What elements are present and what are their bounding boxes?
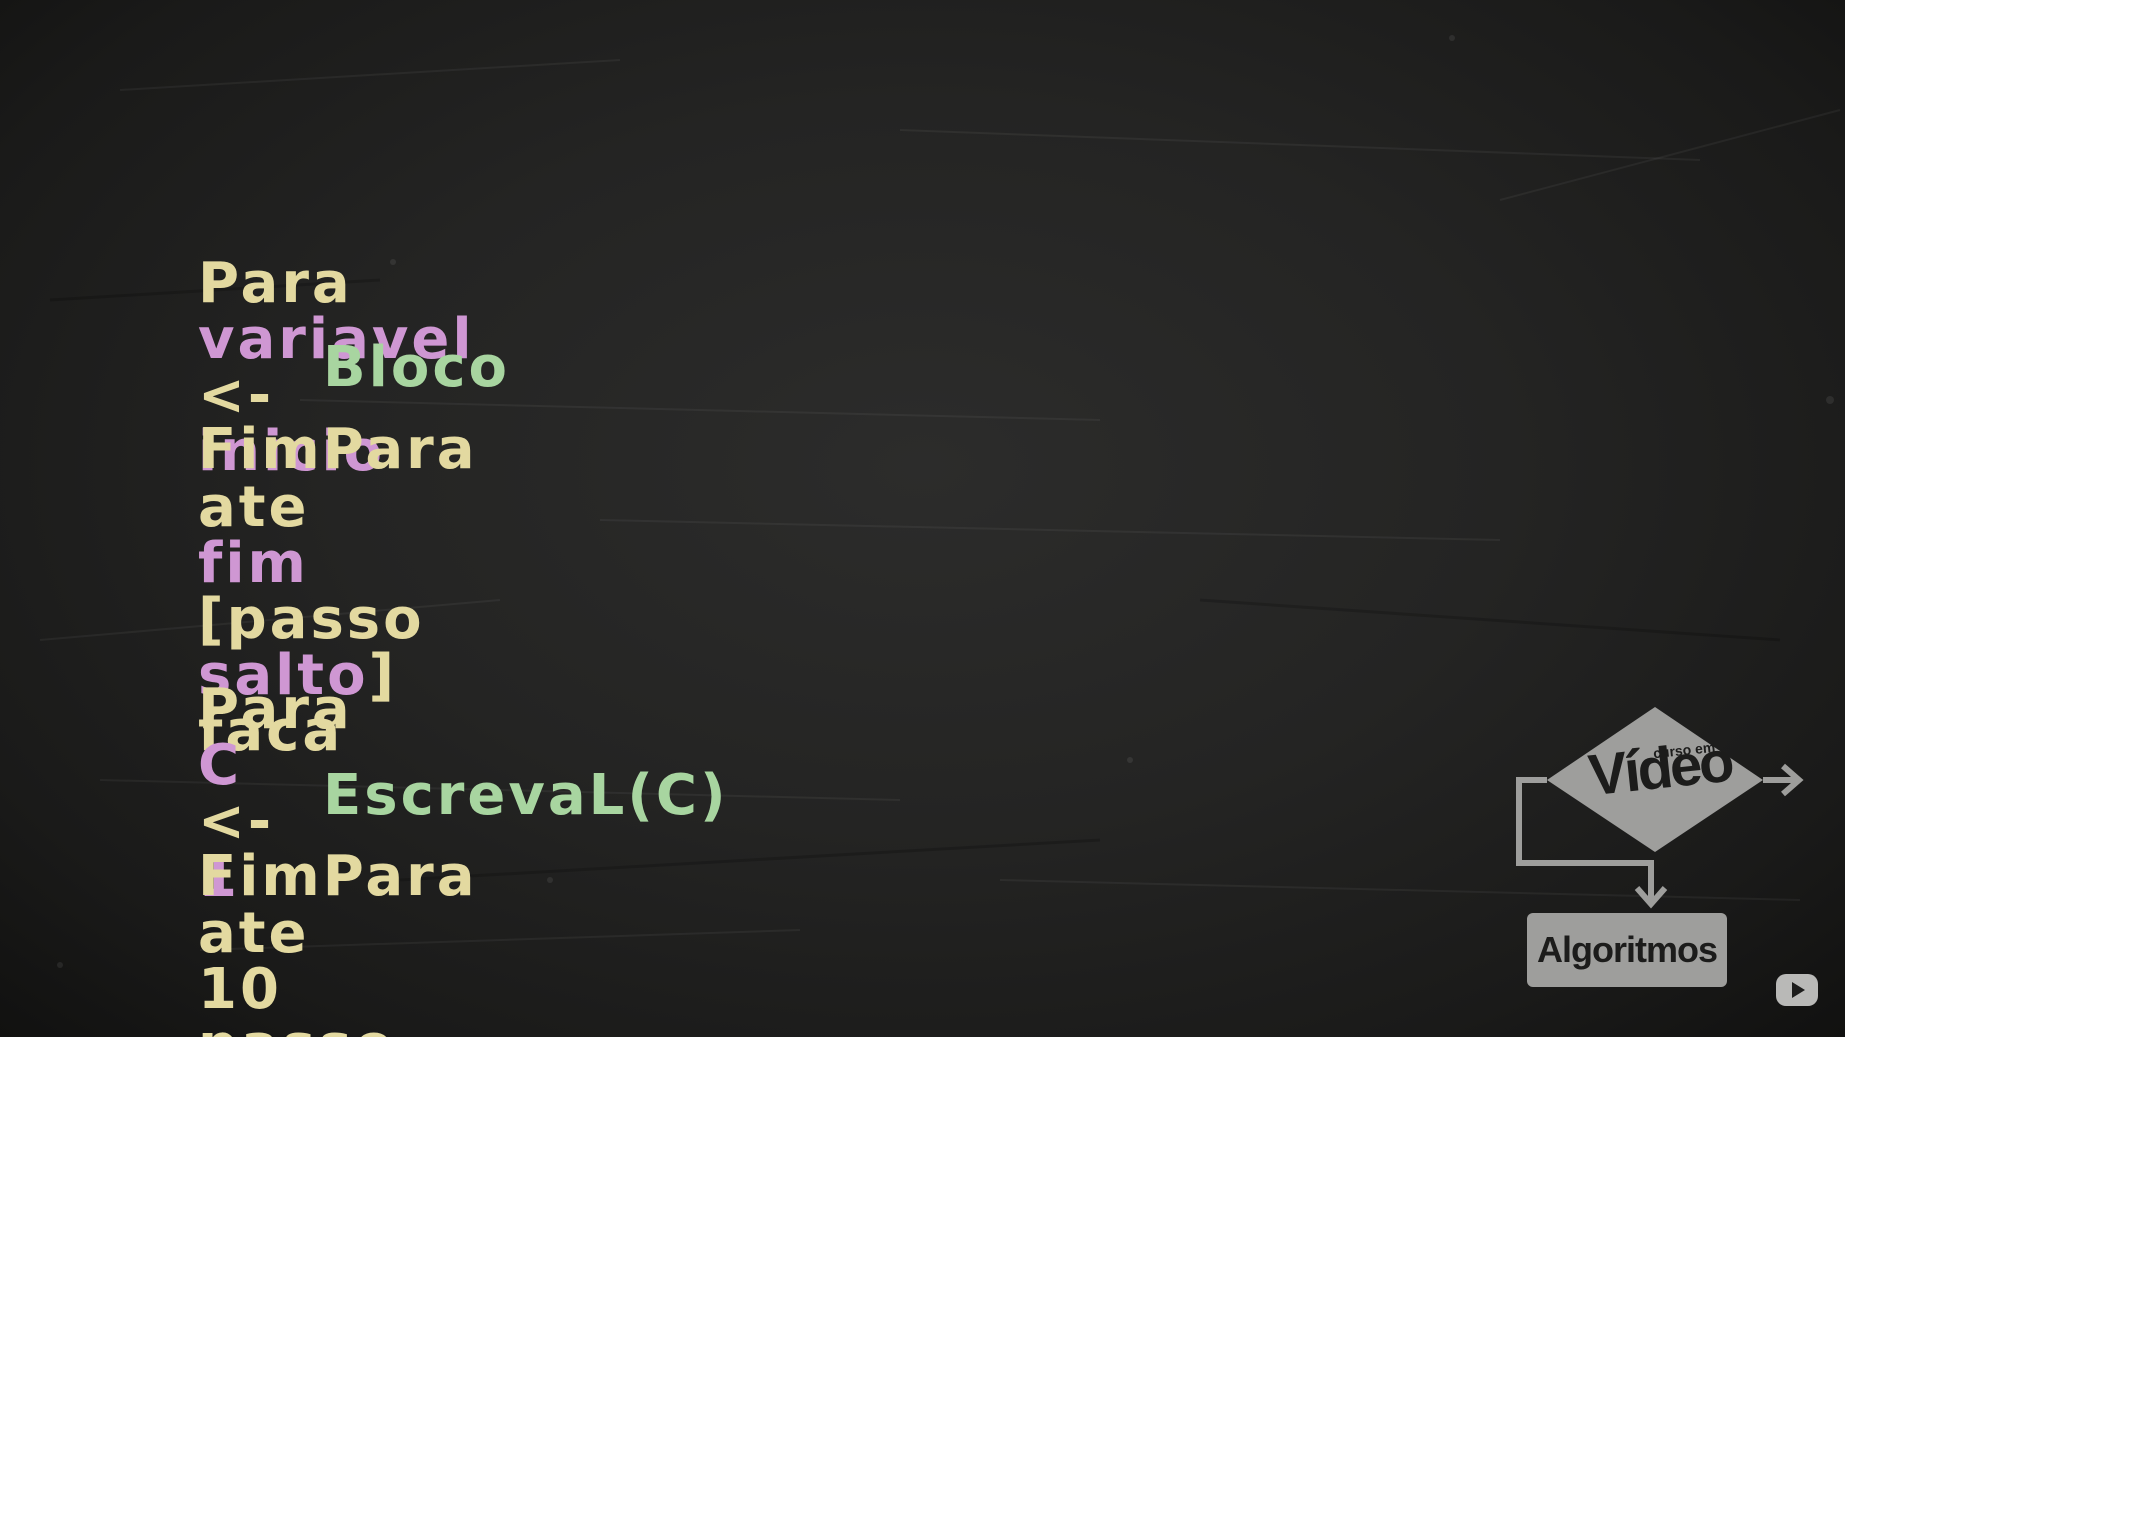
youtube-play-icon[interactable]	[1775, 973, 1819, 1007]
logo-label-algoritmos: Algoritmos	[1527, 913, 1727, 987]
keyword-fimpara: FimPara	[197, 417, 478, 482]
curso-em-video-logo: curso em Vídeo Algoritmos	[1505, 700, 1825, 1000]
video-frame[interactable]: Para variavel <- inicio ate fim [passo s…	[0, 0, 1845, 1037]
code-line-6: FimPara	[108, 793, 478, 961]
keyword-fimpara: FimPara	[197, 844, 478, 909]
keyword-passo: passo	[198, 1013, 396, 1038]
code-line-3: FimPara	[108, 366, 478, 534]
